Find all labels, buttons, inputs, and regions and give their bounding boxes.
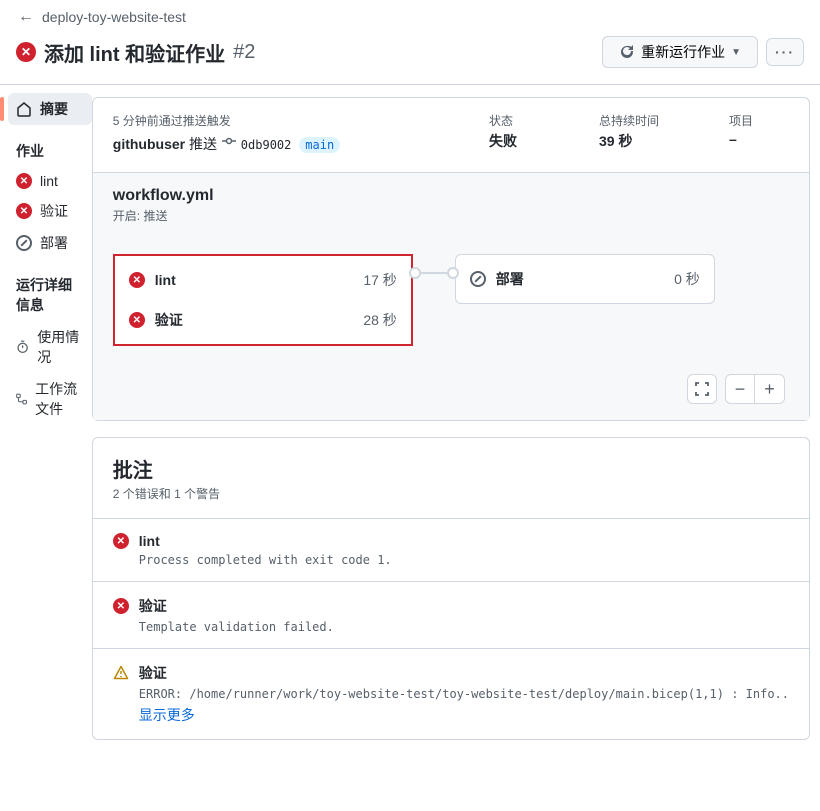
annotation-message: ERROR: /home/runner/work/toy-website-tes… xyxy=(139,687,789,701)
annotation-title[interactable]: 验证 xyxy=(139,596,167,616)
trigger-action: 推送 xyxy=(189,136,217,152)
run-number: #2 xyxy=(233,41,255,64)
workflow-graph-panel: workflow.yml 开启: 推送 lint 17 秒 验证 28 秒 xyxy=(93,173,809,420)
sidebar-item-deploy[interactable]: 部署 xyxy=(8,227,92,259)
workflow-filename: workflow.yml xyxy=(113,187,789,205)
job-node-validate[interactable]: 验证 28 秒 xyxy=(115,300,411,340)
trigger-user[interactable]: githubuser xyxy=(113,136,185,152)
sidebar-item-lint[interactable]: lint xyxy=(8,167,92,195)
home-icon xyxy=(16,101,32,117)
job-card: 部署 0 秒 xyxy=(455,254,715,304)
sidebar-details-heading: 运行详细信息 xyxy=(8,259,92,321)
job-duration: 28 秒 xyxy=(363,310,396,330)
job-name: lint xyxy=(155,272,364,288)
sidebar-jobs-heading: 作业 xyxy=(8,125,92,167)
workflow-icon xyxy=(16,391,27,407)
stopwatch-icon xyxy=(16,339,29,355)
trigger-label: 5 分钟前通过推送触发 xyxy=(113,112,340,129)
job-duration: 17 秒 xyxy=(363,270,396,290)
job-node-deploy[interactable]: 部署 0 秒 xyxy=(456,259,714,299)
sidebar-item-usage[interactable]: 使用情况 xyxy=(8,321,92,373)
sidebar-item-label: 摘要 xyxy=(40,99,68,119)
zoom-in-button[interactable]: + xyxy=(755,374,785,404)
sidebar-item-label: 工作流文件 xyxy=(35,379,84,419)
duration-value: 39 秒 xyxy=(599,131,729,151)
summary-panel: 5 分钟前通过推送触发 githubuser 推送 0db9002 main xyxy=(92,97,810,421)
status-fail-icon xyxy=(113,533,129,549)
sidebar-item-label: 部署 xyxy=(40,233,68,253)
status-value: 失败 xyxy=(489,131,599,151)
sidebar-item-label: 验证 xyxy=(40,201,68,221)
annotation-item: 验证 ERROR: /home/runner/work/toy-website-… xyxy=(93,648,809,739)
sidebar: 摘要 作业 lint 验证 部署 运行详细信息 使用情况 工作流文件 xyxy=(0,85,92,752)
commit-sha[interactable]: 0db9002 xyxy=(241,138,292,152)
status-warning-icon xyxy=(113,665,129,681)
rerun-button[interactable]: 重新运行作业 ▼ xyxy=(602,36,758,68)
back-link[interactable]: deploy-toy-website-test xyxy=(42,9,186,25)
branch-tag[interactable]: main xyxy=(299,137,340,153)
status-fail-icon xyxy=(16,173,32,189)
refresh-icon xyxy=(619,44,635,60)
status-skip-icon xyxy=(470,271,486,287)
annotation-message: Template validation failed. xyxy=(139,620,789,634)
annotations-title: 批注 xyxy=(113,454,789,483)
sidebar-item-label: lint xyxy=(40,173,58,189)
sidebar-item-workflow-file[interactable]: 工作流文件 xyxy=(8,373,92,425)
status-fail-icon xyxy=(16,203,32,219)
status-fail-icon xyxy=(113,598,129,614)
job-node-lint[interactable]: lint 17 秒 xyxy=(115,260,411,300)
annotations-subtitle: 2 个错误和 1 个警告 xyxy=(113,485,789,502)
commit-icon xyxy=(221,133,237,149)
back-arrow-icon[interactable]: ← xyxy=(18,8,34,26)
sidebar-item-validate[interactable]: 验证 xyxy=(8,195,92,227)
status-fail-icon xyxy=(129,272,145,288)
artifacts-value: – xyxy=(729,131,789,147)
job-name: 验证 xyxy=(155,310,364,330)
fullscreen-button[interactable] xyxy=(687,374,717,404)
duration-label: 总持续时间 xyxy=(599,112,729,129)
status-skip-icon xyxy=(16,235,32,251)
kebab-icon: ··· xyxy=(775,44,795,60)
show-more-link[interactable]: 显示更多 xyxy=(139,705,789,725)
page-title: 添加 lint 和验证作业 xyxy=(44,38,225,67)
kebab-menu-button[interactable]: ··· xyxy=(766,38,804,66)
annotation-item: 验证 Template validation failed. xyxy=(93,581,809,648)
status-fail-icon xyxy=(16,42,36,62)
fullscreen-icon xyxy=(695,382,709,396)
status-fail-icon xyxy=(129,312,145,328)
annotation-message: Process completed with exit code 1. xyxy=(139,553,789,567)
sidebar-item-summary[interactable]: 摘要 xyxy=(8,93,92,125)
annotation-title[interactable]: lint xyxy=(139,533,160,549)
sidebar-item-label: 使用情况 xyxy=(37,327,84,367)
annotation-title[interactable]: 验证 xyxy=(139,663,167,683)
annotations-panel: 批注 2 个错误和 1 个警告 lint Process completed w… xyxy=(92,437,810,740)
job-duration: 0 秒 xyxy=(674,269,700,289)
job-name: 部署 xyxy=(496,269,674,289)
page-header: 添加 lint 和验证作业 #2 重新运行作业 ▼ ··· xyxy=(0,30,820,85)
status-label: 状态 xyxy=(489,112,599,129)
zoom-out-button[interactable]: − xyxy=(725,374,755,404)
artifacts-label: 项目 xyxy=(729,112,789,129)
workflow-trigger: 开启: 推送 xyxy=(113,207,789,224)
graph-connector xyxy=(413,272,455,274)
caret-down-icon: ▼ xyxy=(731,47,741,58)
job-card-group: lint 17 秒 验证 28 秒 xyxy=(113,254,413,346)
annotation-item: lint Process completed with exit code 1. xyxy=(93,518,809,581)
